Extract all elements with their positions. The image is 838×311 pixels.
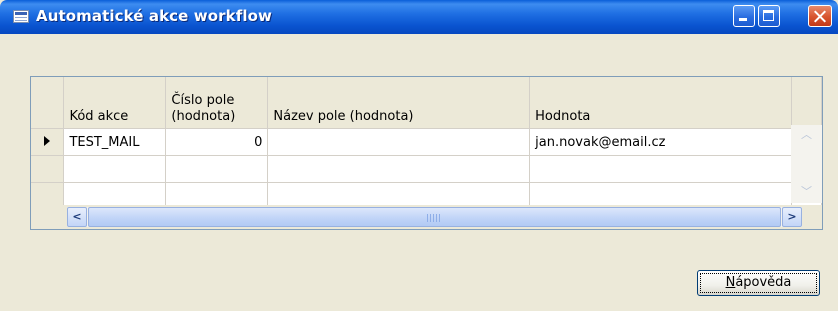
title-bar[interactable]: Automatické akce workflow: [0, 0, 838, 34]
cell-nazev-pole[interactable]: [267, 155, 531, 183]
header-row: Kód akce Číslo pole (hodnota) Název pole…: [31, 77, 822, 129]
column-header-nazev-pole[interactable]: Název pole (hodnota): [267, 77, 531, 129]
column-header-cislo-pole[interactable]: Číslo pole (hodnota): [165, 77, 269, 129]
scroll-up-icon[interactable]: ︿: [797, 125, 816, 144]
actions-table: Kód akce Číslo pole (hodnota) Název pole…: [31, 77, 822, 210]
cell-hodnota[interactable]: [529, 155, 792, 183]
column-header-cislo-pole-label: Číslo pole (hodnota): [171, 93, 236, 124]
maximize-icon: [763, 10, 774, 21]
column-header-hodnota[interactable]: Hodnota: [529, 77, 792, 129]
horizontal-scroll-thumb[interactable]: [88, 207, 781, 227]
help-button-label: ápověda: [735, 275, 792, 290]
scroll-grip-icon: [427, 214, 440, 222]
horizontal-scroll-track[interactable]: < >: [67, 207, 802, 227]
row-selector[interactable]: [31, 128, 65, 156]
table-row[interactable]: [31, 155, 822, 183]
current-row-arrow-icon: [44, 135, 51, 146]
minimize-icon: [739, 18, 747, 21]
window-title: Automatické akce workflow: [36, 7, 272, 25]
minimize-button[interactable]: [733, 5, 755, 27]
actions-grid: Kód akce Číslo pole (hodnota) Název pole…: [30, 76, 823, 230]
row-selector-header: [31, 77, 65, 129]
scroll-left-icon[interactable]: <: [67, 207, 87, 227]
column-header-filler: [791, 77, 822, 129]
table-icon: [13, 10, 29, 23]
cell-cislo-pole[interactable]: [165, 155, 269, 183]
cell-cislo-pole[interactable]: 0: [165, 128, 269, 156]
column-header-kod-akce[interactable]: Kód akce: [63, 77, 167, 129]
vertical-scrollbar[interactable]: ︿ ﹀: [791, 125, 822, 203]
maximize-button[interactable]: [758, 5, 780, 27]
cell-kod-akce[interactable]: TEST_MAIL: [63, 128, 167, 156]
cell-nazev-pole[interactable]: [267, 128, 531, 156]
workflow-actions-window: Automatické akce workflow Kód akce Číslo…: [0, 0, 838, 311]
close-button[interactable]: [808, 5, 832, 27]
scroll-down-icon[interactable]: ﹀: [797, 182, 816, 201]
cell-hodnota[interactable]: jan.novak@email.cz: [529, 128, 792, 156]
help-button[interactable]: Nápověda: [697, 270, 820, 296]
help-button-accesskey: N: [725, 275, 736, 290]
close-icon: [809, 6, 831, 28]
row-selector[interactable]: [31, 155, 65, 183]
scroll-right-icon[interactable]: >: [782, 207, 802, 227]
cell-kod-akce[interactable]: [63, 155, 167, 183]
horizontal-scrollbar[interactable]: < >: [31, 205, 822, 229]
table-row[interactable]: TEST_MAIL 0 jan.novak@email.cz: [31, 128, 822, 156]
